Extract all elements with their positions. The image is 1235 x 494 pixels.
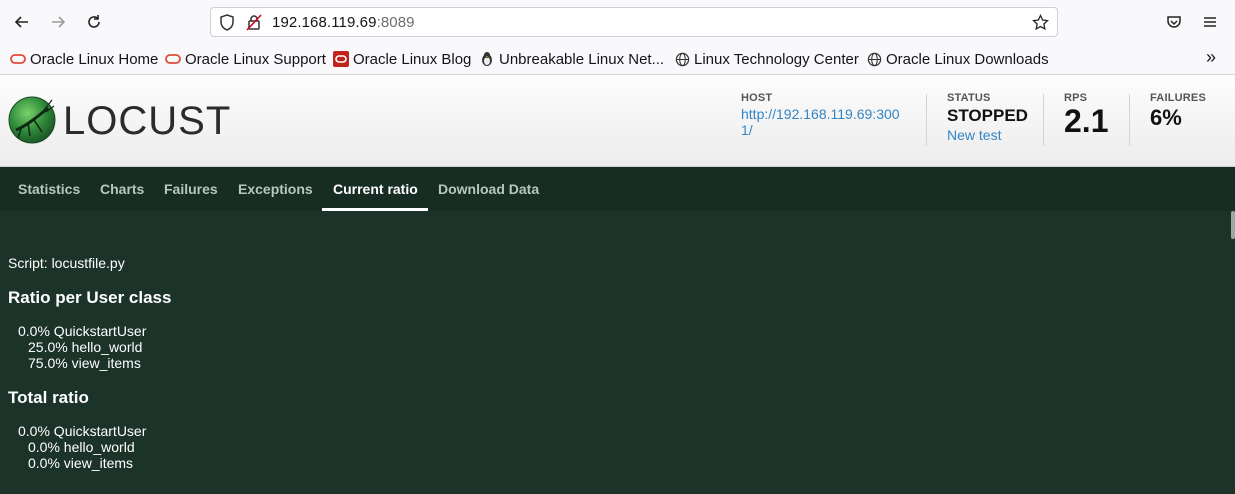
bookmark-label: Oracle Linux Blog bbox=[353, 50, 472, 68]
tabs-bar: Statistics Charts Failures Exceptions Cu… bbox=[0, 167, 1235, 211]
tab-failures[interactable]: Failures bbox=[164, 181, 218, 197]
bookmark-linux-technology-center[interactable]: Linux Technology Center bbox=[675, 49, 859, 69]
ratio-user-class: 0.0% QuickstartUser bbox=[18, 323, 147, 339]
browser-toolbar: 192.168.119.69:8089 bbox=[0, 0, 1235, 44]
forward-icon[interactable] bbox=[45, 9, 71, 35]
globe-icon bbox=[867, 52, 882, 66]
status-box: STATUS STOPPED New test bbox=[947, 92, 1028, 143]
ratio-task: 75.0% view_items bbox=[28, 355, 141, 371]
rps-value: 2.1 bbox=[1064, 103, 1109, 139]
status-label: STATUS bbox=[947, 92, 991, 104]
bookmark-oracle-linux-downloads[interactable]: Oracle Linux Downloads bbox=[867, 49, 1049, 69]
tab-exceptions[interactable]: Exceptions bbox=[238, 181, 313, 197]
script-name: Script: locustfile.py bbox=[8, 255, 125, 271]
oracle-icon bbox=[10, 54, 26, 64]
bookmark-label: Linux Technology Center bbox=[694, 50, 859, 68]
bookmarks-overflow-icon[interactable]: » bbox=[1206, 47, 1216, 67]
bookmark-oracle-linux-blog[interactable]: Oracle Linux Blog bbox=[333, 49, 471, 69]
host-link[interactable]: http://192.168.119.69:3001/ bbox=[741, 106, 906, 138]
globe-icon bbox=[675, 52, 690, 66]
bookmarks-bar: Oracle Linux Home Oracle Linux Support O… bbox=[0, 44, 1235, 75]
tab-download-data[interactable]: Download Data bbox=[438, 181, 539, 197]
tab-current-ratio[interactable]: Current ratio bbox=[333, 181, 418, 197]
failures-box: FAILURES 6% bbox=[1150, 92, 1206, 131]
oracle-blog-icon bbox=[333, 51, 349, 67]
failures-label: FAILURES bbox=[1150, 92, 1206, 104]
bookmark-unbreakable-linux-net[interactable]: Unbreakable Linux Net... bbox=[479, 49, 664, 69]
locust-logo-text: LOCUST bbox=[63, 99, 232, 143]
tab-charts[interactable]: Charts bbox=[100, 181, 144, 197]
insecure-lock-icon[interactable] bbox=[246, 14, 262, 36]
total-task: 0.0% view_items bbox=[28, 455, 134, 471]
url-port: :8089 bbox=[376, 14, 415, 31]
oracle-icon bbox=[165, 54, 181, 64]
shield-icon[interactable] bbox=[219, 14, 235, 36]
ratio-content: Script: locustfile.py Ratio per User cla… bbox=[0, 211, 1235, 494]
bookmark-label: Oracle Linux Support bbox=[185, 50, 326, 68]
total-task: 0.0% hello_world bbox=[28, 439, 135, 455]
bookmark-oracle-linux-support[interactable]: Oracle Linux Support bbox=[165, 49, 326, 69]
divider bbox=[926, 94, 927, 146]
menu-icon[interactable] bbox=[1197, 9, 1223, 35]
bookmark-label: Oracle Linux Home bbox=[30, 50, 159, 68]
back-icon[interactable] bbox=[9, 9, 35, 35]
host-label: HOST bbox=[741, 92, 773, 104]
pocket-icon[interactable] bbox=[1161, 9, 1187, 35]
url-text[interactable]: 192.168.119.69:8089 bbox=[272, 14, 415, 31]
rps-box: RPS 2.1 bbox=[1064, 92, 1108, 138]
host-box: HOST http://192.168.119.69:3001/ bbox=[741, 92, 906, 138]
locust-logo-icon[interactable] bbox=[8, 96, 56, 149]
ratio-per-user-class-title: Ratio per User class bbox=[8, 288, 172, 307]
divider bbox=[1129, 94, 1130, 146]
tab-statistics[interactable]: Statistics bbox=[18, 181, 80, 197]
ratio-task: 25.0% hello_world bbox=[28, 339, 143, 355]
failures-value: 6% bbox=[1150, 105, 1182, 130]
bookmark-label: Oracle Linux Downloads bbox=[886, 50, 1049, 68]
status-value: STOPPED bbox=[947, 106, 1028, 125]
total-user-class: 0.0% QuickstartUser bbox=[18, 423, 147, 439]
total-ratio-title: Total ratio bbox=[8, 388, 89, 407]
bookmark-label: Unbreakable Linux Net... bbox=[499, 50, 665, 68]
penguin-icon bbox=[482, 52, 492, 66]
divider bbox=[1043, 94, 1044, 146]
url-bar[interactable]: 192.168.119.69:8089 bbox=[210, 7, 1058, 37]
reload-icon[interactable] bbox=[81, 9, 107, 35]
new-test-link[interactable]: New test bbox=[947, 127, 1028, 143]
bookmark-oracle-linux-home[interactable]: Oracle Linux Home bbox=[10, 49, 158, 69]
star-icon[interactable] bbox=[1032, 13, 1049, 36]
locust-header: LOCUST HOST http://192.168.119.69:3001/ … bbox=[0, 75, 1235, 167]
url-host: 192.168.119.69 bbox=[272, 14, 377, 31]
scrollbar[interactable] bbox=[1231, 211, 1235, 239]
